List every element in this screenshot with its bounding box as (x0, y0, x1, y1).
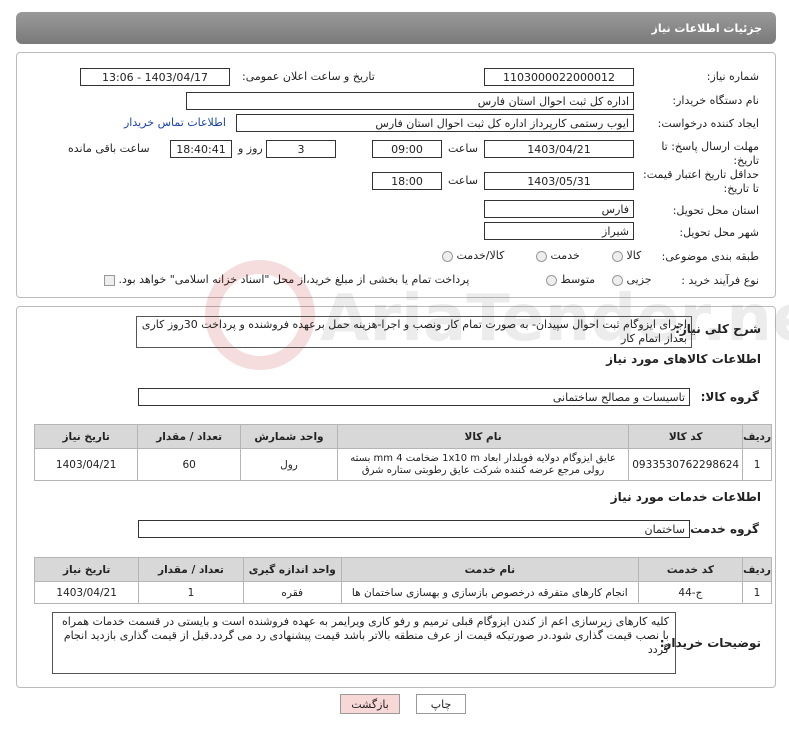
col-header: کد خدمت (637, 557, 744, 582)
deadline-time-field: 09:00 (372, 140, 442, 158)
province-label: استان محل تحویل: (672, 204, 759, 217)
description-textarea[interactable]: اجرای ایزوگام ثبت احوال سپیدان- به صورت … (136, 316, 692, 348)
table-row: 1 0933530762298624 عایق ایزوگام دولایه ف… (33, 448, 772, 481)
process-medium-option[interactable]: متوسط (546, 273, 595, 286)
cell: انجام کارهای متفرقه درخصوص بازسازی و بهس… (340, 581, 639, 604)
col-header: تاریخ نیاز (33, 557, 140, 582)
creator-label: ایجاد کننده درخواست: (657, 117, 759, 130)
category-label: طبقه بندی موضوعی: (661, 250, 759, 263)
radio-icon[interactable] (442, 250, 453, 262)
category-both-label: کالا/خدمت (456, 249, 505, 262)
cell: 1403/04/21 (33, 581, 140, 604)
services-group-field: ساختمان (138, 520, 690, 538)
category-goods-option[interactable]: کالا (612, 249, 641, 262)
col-header: واحد شمارش (239, 424, 338, 449)
buyer-org-label: نام دستگاه خریدار: (672, 94, 759, 107)
creator-field: ایوب رستمی کارپرداز اداره کل ثبت احوال ا… (236, 114, 634, 132)
col-header: تعداد / مقدار (138, 557, 244, 582)
services-group-label: گروه خدمت: (685, 522, 759, 536)
cell: 1403/04/21 (33, 448, 139, 481)
category-both-option[interactable]: کالا/خدمت (442, 249, 504, 262)
col-header: نام کالا (336, 424, 630, 449)
services-section-title: اطلاعات خدمات مورد نیاز (610, 490, 761, 504)
price-valid-date-field: 1403/05/31 (484, 172, 634, 190)
col-header: تاریخ نیاز (33, 424, 139, 449)
back-button[interactable]: بازگشت (340, 694, 400, 714)
cell: 1 (742, 581, 772, 604)
payment-note-text: پرداخت تمام یا بخشی از مبلغ خرید،از محل … (118, 273, 470, 286)
process-label: نوع فرآیند خرید : (681, 274, 759, 287)
category-service-label: خدمت (550, 249, 580, 262)
announce-field: 1403/04/17 - 13:06 (80, 68, 230, 86)
cell: 1 (138, 581, 244, 604)
days-label: روز و (238, 142, 263, 155)
cell: عایق ایزوگام دولایه فویلدار ابعاد 1x10 m… (336, 448, 630, 481)
radio-icon[interactable] (612, 274, 623, 286)
page-header: جزئیات اطلاعات نیاز (16, 12, 776, 44)
cell: 1 (742, 448, 772, 481)
radio-icon[interactable] (612, 250, 623, 262)
deadline-time-label: ساعت (448, 142, 478, 155)
col-header: ردیف (742, 557, 772, 582)
goods-section-title: اطلاعات کالاهای مورد نیاز (606, 352, 761, 366)
services-table-header: ردیف کد خدمت نام خدمت واحد اندازه گیری ت… (33, 557, 772, 582)
remaining-label: ساعت باقی مانده (68, 142, 150, 155)
col-header: تعداد / مقدار (137, 424, 241, 449)
process-medium-label: متوسط (560, 273, 596, 286)
need-number-field: 1103000022000012 (484, 68, 634, 86)
city-label: شهر محل تحویل: (679, 226, 759, 239)
city-field: شیراز (484, 222, 634, 240)
buyer-org-field: اداره کل ثبت احوال استان فارس (186, 92, 634, 110)
goods-table-header: ردیف کد کالا نام کالا واحد شمارش تعداد /… (33, 424, 772, 449)
print-button[interactable]: چاپ (416, 694, 466, 714)
process-minor-option[interactable]: جزیی (612, 273, 652, 286)
cell: ج-44 (637, 581, 744, 604)
buyer-notes-textarea[interactable]: کلیه کارهای زیرسازی اعم از کندن ایزوگام … (52, 612, 676, 674)
col-header: واحد اندازه گیری (242, 557, 342, 582)
table-row: 1 ج-44 انجام کارهای متفرقه درخصوص بازساز… (33, 581, 772, 604)
remaining-time-field: 18:40:41 (170, 140, 232, 158)
category-goods-label: کالا (626, 249, 642, 262)
radio-icon[interactable] (536, 250, 547, 262)
goods-table: ردیف کد کالا نام کالا واحد شمارش تعداد /… (33, 424, 772, 481)
col-header: ردیف (742, 424, 772, 449)
cell: 60 (137, 448, 241, 481)
cell: رول (239, 448, 338, 481)
province-field: فارس (484, 200, 634, 218)
page-title: جزئیات اطلاعات نیاز (651, 21, 763, 35)
need-number-label: شماره نیاز: (706, 70, 759, 83)
price-valid-time-field: 18:00 (372, 172, 442, 190)
days-field: 3 (266, 140, 336, 158)
checkbox-icon[interactable] (104, 274, 115, 286)
col-header: کد کالا (628, 424, 744, 449)
cell: 0933530762298624 (628, 448, 744, 481)
goods-group-label: گروه کالا: (700, 390, 759, 404)
goods-group-field: تاسیسات و مصالح ساختمانی (138, 388, 690, 406)
process-minor-label: جزیی (626, 273, 652, 286)
payment-note-option[interactable]: پرداخت تمام یا بخشی از مبلغ خرید،از محل … (104, 273, 469, 286)
buyer-contact-link[interactable]: اطلاعات تماس خریدار (124, 116, 226, 129)
deadline-label: مهلت ارسال پاسخ: تا تاریخ: (661, 140, 759, 167)
price-valid-time-label: ساعت (448, 174, 478, 187)
radio-icon[interactable] (546, 274, 557, 286)
cell: فقره (242, 581, 342, 604)
services-table: ردیف کد خدمت نام خدمت واحد اندازه گیری ت… (33, 557, 772, 604)
announce-label: تاریخ و ساعت اعلان عمومی: (242, 70, 375, 83)
category-service-option[interactable]: خدمت (536, 249, 580, 262)
col-header: نام خدمت (340, 557, 639, 582)
price-valid-label: حداقل تاریخ اعتبار قیمت: تا تاریخ: (643, 168, 759, 195)
deadline-date-field: 1403/04/21 (484, 140, 634, 158)
